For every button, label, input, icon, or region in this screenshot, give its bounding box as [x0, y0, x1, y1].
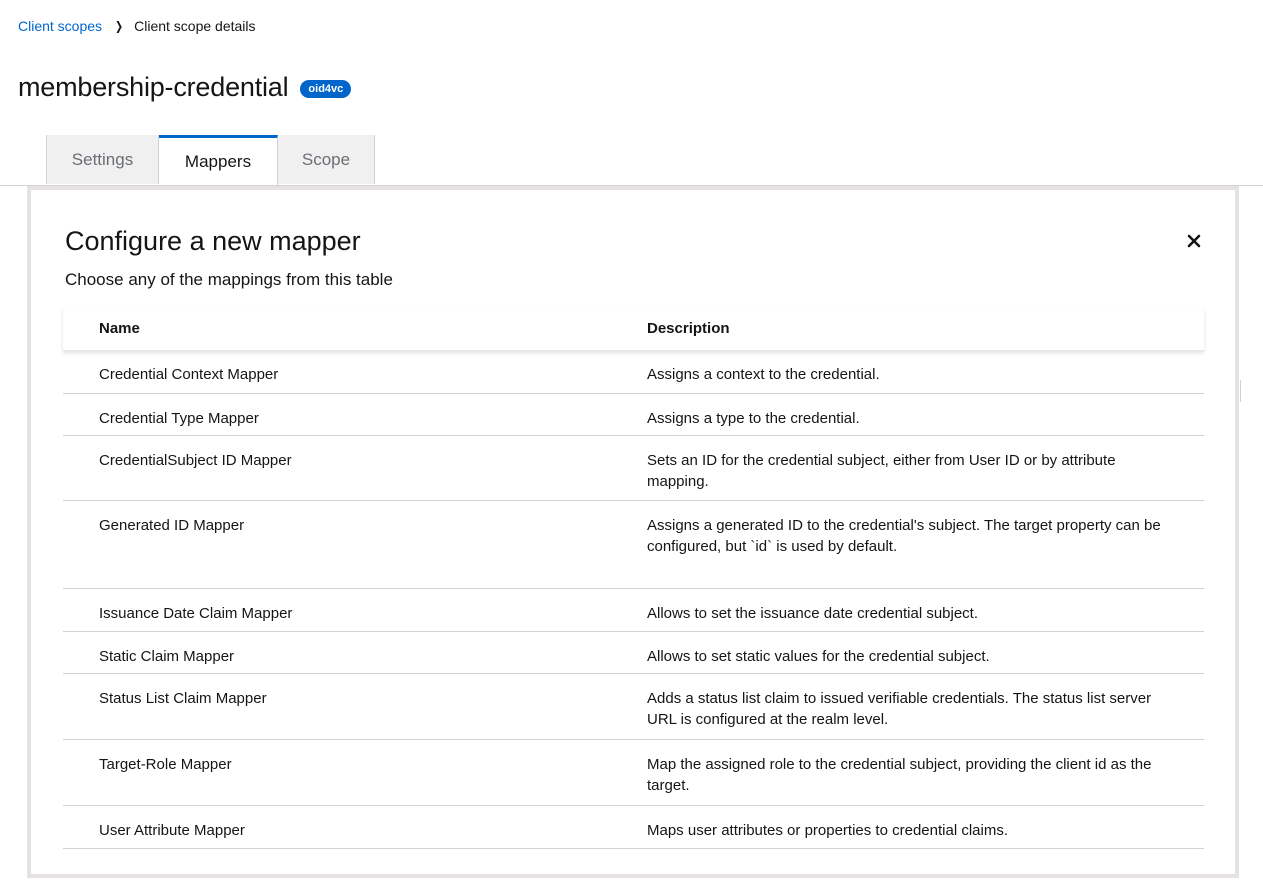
- table-row[interactable]: Target-Role Mapper Map the assigned role…: [63, 740, 1204, 806]
- mapper-description: Adds a status list claim to issued verif…: [647, 690, 1152, 728]
- table-row[interactable]: Status List Claim Mapper Adds a status l…: [63, 674, 1204, 740]
- chevron-right-icon: ❯: [115, 19, 124, 33]
- mapper-name[interactable]: Credential Type Mapper: [99, 408, 259, 429]
- table-row[interactable]: Credential Context Mapper Assigns a cont…: [63, 350, 1204, 394]
- close-icon[interactable]: [1183, 230, 1205, 252]
- mapper-description: Sets an ID for the credential subject, e…: [647, 452, 1116, 490]
- mapper-name[interactable]: Status List Claim Mapper: [99, 688, 267, 709]
- breadcrumb: Client scopes ❯ Client scope details: [18, 16, 256, 36]
- mapper-name[interactable]: Credential Context Mapper: [99, 364, 278, 385]
- table-row[interactable]: User Attribute Mapper Maps user attribut…: [63, 806, 1204, 849]
- mapper-table-body: Credential Context Mapper Assigns a cont…: [63, 350, 1204, 849]
- mapper-name[interactable]: User Attribute Mapper: [99, 820, 245, 841]
- page-header: membership-credential oid4vc: [18, 66, 352, 108]
- configure-mapper-modal: Configure a new mapper Choose any of the…: [27, 186, 1239, 878]
- mapper-name[interactable]: Generated ID Mapper: [99, 515, 244, 536]
- mapper-description: Map the assigned role to the credential …: [647, 756, 1152, 794]
- mapper-description: Assigns a context to the credential.: [647, 366, 880, 383]
- table-row[interactable]: CredentialSubject ID Mapper Sets an ID f…: [63, 436, 1204, 501]
- table-row[interactable]: Issuance Date Claim Mapper Allows to set…: [63, 589, 1204, 632]
- mapper-name[interactable]: Target-Role Mapper: [99, 754, 232, 775]
- mapper-description: Maps user attributes or properties to cr…: [647, 822, 1008, 839]
- table-row[interactable]: Static Claim Mapper Allows to set static…: [63, 632, 1204, 674]
- tab-scope[interactable]: Scope: [278, 135, 375, 184]
- mapper-name[interactable]: Issuance Date Claim Mapper: [99, 603, 292, 624]
- close-icon-glyph: [1187, 234, 1201, 248]
- scrollbar[interactable]: [1240, 380, 1241, 402]
- column-header-name: Name: [99, 320, 140, 337]
- tab-settings[interactable]: Settings: [46, 135, 159, 184]
- mapper-description: Allows to set static values for the cred…: [647, 648, 990, 665]
- mapper-description: Assigns a generated ID to the credential…: [647, 517, 1161, 555]
- breadcrumb-link-client-scopes[interactable]: Client scopes: [18, 18, 102, 34]
- mapper-description: Allows to set the issuance date credenti…: [647, 605, 979, 622]
- page: Client scopes ❯ Client scope details mem…: [0, 0, 1263, 893]
- mapper-name[interactable]: CredentialSubject ID Mapper: [99, 450, 292, 471]
- table-row[interactable]: Generated ID Mapper Assigns a generated …: [63, 501, 1204, 589]
- table-row[interactable]: Credential Type Mapper Assigns a type to…: [63, 394, 1204, 436]
- column-header-description: Description: [647, 320, 730, 337]
- protocol-badge: oid4vc: [300, 80, 352, 98]
- tab-bar: Settings Mappers Scope: [0, 135, 1263, 186]
- mapper-description: Assigns a type to the credential.: [647, 410, 860, 427]
- table-header: Name Description: [63, 308, 1204, 351]
- mapper-name[interactable]: Static Claim Mapper: [99, 646, 234, 667]
- modal-description: Choose any of the mappings from this tab…: [65, 270, 393, 289]
- tab-mappers[interactable]: Mappers: [159, 135, 278, 185]
- breadcrumb-current: Client scope details: [134, 18, 256, 34]
- page-title: membership-credential: [18, 71, 289, 102]
- modal-title: Configure a new mapper: [65, 226, 361, 256]
